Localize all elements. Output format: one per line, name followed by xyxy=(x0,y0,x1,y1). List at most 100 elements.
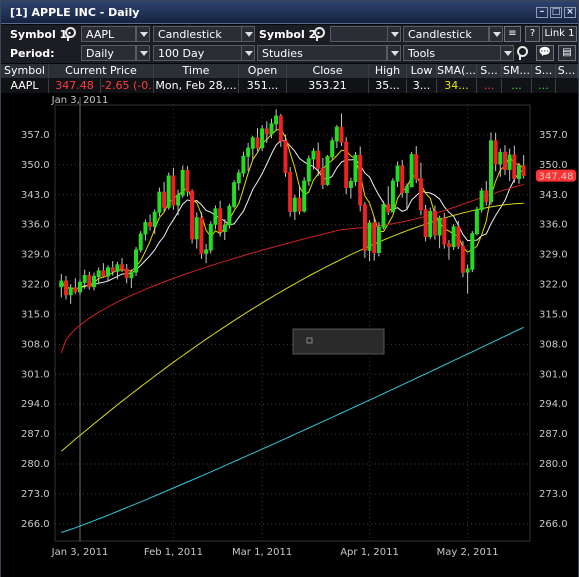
quote-header-3[interactable]: Open xyxy=(239,64,287,78)
y-tick-left: 315.0 xyxy=(21,309,50,320)
close-icon[interactable]: × xyxy=(564,7,576,18)
candle-body xyxy=(320,167,325,186)
candle-body xyxy=(124,268,129,279)
zoom-icon[interactable] xyxy=(517,46,529,60)
studies-dropdown-icon[interactable] xyxy=(387,45,401,61)
period-select[interactable]: Daily xyxy=(81,45,136,61)
candle-body xyxy=(87,275,92,288)
candle-body xyxy=(106,267,110,277)
quote-header-11[interactable]: S... xyxy=(556,64,578,78)
symbol1-input[interactable]: AAPL xyxy=(81,26,136,42)
candle-body xyxy=(227,205,232,226)
symbol1-search-icon[interactable] xyxy=(65,27,77,41)
quote-header-6[interactable]: Low xyxy=(407,64,437,78)
candle-body xyxy=(134,249,138,273)
chart-type2-select[interactable]: Candlestick xyxy=(403,26,489,42)
candle-body xyxy=(404,186,409,194)
comment-icon[interactable]: 💬 xyxy=(536,45,554,61)
candle-body xyxy=(180,169,185,196)
candle-body xyxy=(213,208,218,225)
candle-body xyxy=(381,204,386,228)
candle-body xyxy=(353,154,358,183)
candle-body xyxy=(306,158,311,182)
quote-value-10: ... xyxy=(502,79,532,93)
chart-type2-dropdown-icon[interactable] xyxy=(489,26,503,42)
help-button[interactable]: ? xyxy=(525,26,540,42)
link-button[interactable]: Link 1 xyxy=(542,26,577,42)
candle-body xyxy=(479,190,484,211)
y-tick-left: 294.0 xyxy=(21,399,50,410)
y-tick-left: 287.0 xyxy=(21,429,50,440)
candle-body xyxy=(143,222,148,235)
candle-body xyxy=(162,191,167,208)
symbol1-dropdown-icon[interactable] xyxy=(136,26,150,42)
candle-body xyxy=(465,268,470,273)
candle-body xyxy=(302,180,307,212)
tools-dropdown-icon[interactable] xyxy=(500,45,514,61)
chart-type1-dropdown-icon[interactable] xyxy=(241,26,255,42)
range-select[interactable]: 100 Day xyxy=(153,45,243,61)
candle-body xyxy=(390,180,395,213)
x-tick-label: Feb 1, 2011 xyxy=(144,547,203,558)
candle-body xyxy=(236,172,241,184)
maximize-icon[interactable]: □ xyxy=(550,7,562,18)
candle-body xyxy=(269,123,274,135)
menu-icon[interactable]: ≡ xyxy=(504,26,521,42)
candle-body xyxy=(264,128,269,135)
price-change: -2.65 (-0... xyxy=(101,79,154,93)
period-dropdown-icon[interactable] xyxy=(136,45,150,61)
quote-value-4: 351... xyxy=(239,79,287,93)
candle-body xyxy=(260,128,265,149)
candle-body xyxy=(152,211,157,227)
quote-header-1[interactable]: Current Price xyxy=(49,64,154,78)
candle-body xyxy=(199,217,204,254)
quote-header-7[interactable]: SMA(... xyxy=(437,64,477,78)
candle-body xyxy=(297,197,302,212)
candle-body xyxy=(246,147,251,157)
quote-header-8[interactable]: S... xyxy=(477,64,502,78)
y-tick-right: 343.0 xyxy=(539,190,568,201)
quote-value-6: 35... xyxy=(369,79,407,93)
tools-select[interactable]: Tools xyxy=(403,45,503,61)
quote-header-4[interactable]: Close xyxy=(287,64,369,78)
candle-body xyxy=(428,210,433,238)
candle-body xyxy=(498,151,503,165)
range-dropdown-icon[interactable] xyxy=(241,45,255,61)
y-tick-right: 315.0 xyxy=(539,309,568,320)
symbol2-search-icon[interactable] xyxy=(314,27,326,41)
y-tick-right: 329.0 xyxy=(539,250,568,261)
x-tick-label: May 2, 2011 xyxy=(437,547,499,558)
symbol2-label: Symbol 2: xyxy=(259,28,321,41)
studies-select[interactable]: Studies xyxy=(257,45,387,61)
symbol2-input[interactable] xyxy=(330,26,388,42)
candle-body xyxy=(367,222,372,251)
y-tick-left: 350.0 xyxy=(21,160,50,171)
quote-value-11: ... xyxy=(532,79,556,93)
candle-body xyxy=(372,222,377,253)
print-icon[interactable]: ▤ xyxy=(558,45,576,61)
quote-value-3: Mon, Feb 28,... xyxy=(154,79,239,93)
symbol2-dropdown-icon[interactable] xyxy=(387,26,401,42)
candle-body xyxy=(493,140,498,165)
candle-body xyxy=(432,210,437,236)
y-tick-right: 287.0 xyxy=(539,429,568,440)
quote-header-10[interactable]: S... xyxy=(532,64,556,78)
last-price-label: 347.48 xyxy=(539,172,574,183)
candle-body xyxy=(512,154,517,179)
chart-type1-select[interactable]: Candlestick xyxy=(153,26,243,42)
candle-body xyxy=(311,150,316,160)
candlestick-chart[interactable]: 266.0 266.0 273.0 273.0 280.0 280.0 287.0 287.0… xyxy=(1,93,578,577)
quote-header-0[interactable]: Symbol xyxy=(1,64,49,78)
candle-body xyxy=(334,126,339,142)
window-title: [1] APPLE INC - Daily xyxy=(10,6,140,19)
candle-body xyxy=(59,280,64,288)
candle-body xyxy=(316,150,321,169)
quote-header-2[interactable]: Time xyxy=(154,64,239,78)
quote-header-5[interactable]: High xyxy=(369,64,407,78)
candle-body xyxy=(138,233,143,251)
quote-header-9[interactable]: SM... xyxy=(502,64,532,78)
minimize-icon[interactable]: – xyxy=(536,7,548,18)
candle-body xyxy=(446,243,451,247)
candle-body xyxy=(232,182,237,207)
quote-grid: Symbol Current Price Time Open Close High Low S… xyxy=(1,64,578,93)
